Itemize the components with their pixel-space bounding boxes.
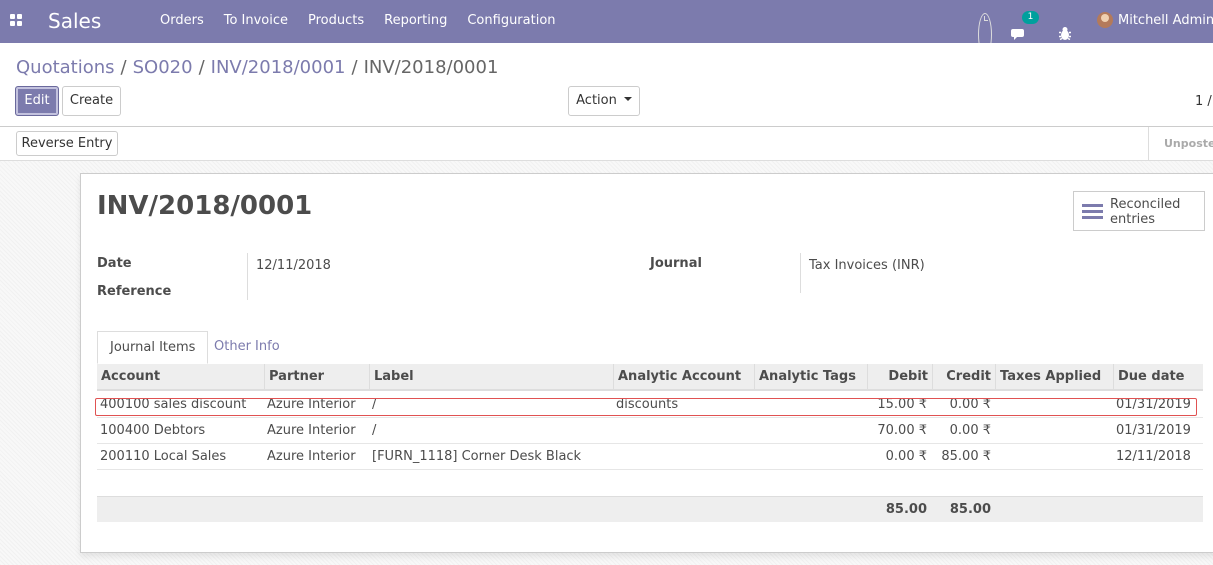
edit-button[interactable]: Edit <box>15 86 59 116</box>
user-avatar[interactable] <box>1097 12 1113 28</box>
menu-products[interactable]: Products <box>308 0 364 43</box>
breadcrumb-separator: / <box>120 57 127 78</box>
user-menu[interactable]: Mitchell Admin ( <box>1118 13 1213 29</box>
create-button[interactable]: Create <box>62 86 121 116</box>
table-row[interactable]: 100400 Debtors Azure Interior / 70.00 ₹ … <box>97 418 1203 444</box>
form-sheet: INV/2018/0001 Reconciled entries Date 12… <box>80 173 1213 553</box>
record-title: INV/2018/0001 <box>97 191 313 221</box>
cell-debit: 0.00 ₹ <box>885 449 927 464</box>
cell-credit: 0.00 ₹ <box>949 423 991 438</box>
col-partner[interactable]: Partner <box>264 364 369 391</box>
col-taxes-applied[interactable]: Taxes Applied <box>995 364 1113 391</box>
col-label[interactable]: Label <box>369 364 613 391</box>
breadcrumb-current: INV/2018/0001 <box>363 57 499 78</box>
journal-label: Journal <box>650 256 702 271</box>
table-row[interactable]: 200110 Local Sales Azure Interior [FURN_… <box>97 444 1203 470</box>
col-analytic-tags[interactable]: Analytic Tags <box>754 364 867 391</box>
reverse-entry-button[interactable]: Reverse Entry <box>16 131 118 156</box>
cell-debit: 70.00 ₹ <box>877 423 927 438</box>
cell-debit: 15.00 ₹ <box>877 397 927 412</box>
cell-account: 200110 Local Sales <box>100 449 227 464</box>
pager[interactable]: 1 / <box>1195 94 1212 110</box>
field-divider <box>247 253 248 300</box>
breadcrumb-quotations[interactable]: Quotations <box>16 57 115 78</box>
action-label: Action <box>576 93 617 108</box>
total-credit: 85.00 <box>949 502 991 517</box>
cell-partner: Azure Interior <box>267 449 356 464</box>
cell-account: 400100 sales discount <box>100 397 247 412</box>
top-menu: Orders To Invoice Products Reporting Con… <box>160 0 576 43</box>
control-panel: Quotations / SO020/INV/2018/0001/INV/2018/… <box>0 43 1213 127</box>
breadcrumb-so020[interactable]: SO020 <box>133 57 193 78</box>
breadcrumb: Quotations / SO020/INV/2018/0001/INV/2018/… <box>16 57 498 79</box>
col-account[interactable]: Account <box>97 364 264 391</box>
tab-journal-items[interactable]: Journal Items <box>97 331 209 364</box>
chat-count-badge: 1 <box>1022 11 1039 24</box>
table-footer-totals: 85.00 85.00 <box>97 496 1203 522</box>
action-dropdown[interactable]: Action <box>568 86 640 116</box>
menu-to-invoice[interactable]: To Invoice <box>224 0 288 43</box>
status-bar: Reverse Entry Unposted <box>0 127 1213 161</box>
tab-other-info[interactable]: Other Info <box>202 331 292 364</box>
date-value[interactable]: 12/11/2018 <box>256 258 331 274</box>
apps-icon[interactable] <box>10 14 23 27</box>
cell-due-date: 12/11/2018 <box>1116 449 1191 464</box>
cell-due-date: 01/31/2019 <box>1116 423 1191 438</box>
total-debit: 85.00 <box>885 502 927 517</box>
app-brand[interactable]: Sales <box>48 8 101 34</box>
menu-reporting[interactable]: Reporting <box>384 0 447 43</box>
status-unposted[interactable]: Unposted <box>1148 127 1213 160</box>
breadcrumb-invoice[interactable]: INV/2018/0001 <box>211 57 346 78</box>
cell-label: [FURN_1118] Corner Desk Black <box>372 449 582 464</box>
breadcrumb-separator: / <box>198 57 205 78</box>
col-credit[interactable]: Credit <box>932 364 995 391</box>
reference-label: Reference <box>97 284 172 299</box>
menu-orders[interactable]: Orders <box>160 0 204 43</box>
cell-credit: 0.00 ₹ <box>949 397 991 412</box>
table-header: Account Partner Label Analytic Account A… <box>97 364 1203 391</box>
table-row[interactable]: 400100 sales discount Azure Interior / d… <box>97 392 1203 418</box>
cell-partner: Azure Interior <box>267 423 356 438</box>
date-label: Date <box>97 256 132 271</box>
reconciled-entries-button[interactable]: Reconciled entries <box>1073 191 1205 231</box>
caret-down-icon <box>623 97 632 101</box>
cell-credit: 85.00 ₹ <box>941 449 991 464</box>
reconciled-entries-label: Reconciled entries <box>1110 197 1181 227</box>
field-divider <box>800 253 801 293</box>
journal-value[interactable]: Tax Invoices (INR) <box>809 258 925 274</box>
col-due-date[interactable]: Due date <box>1113 364 1203 391</box>
cell-analytic-account: discounts <box>616 397 679 412</box>
cell-label: / <box>372 423 377 438</box>
list-icon <box>1082 204 1103 220</box>
top-navbar: Sales Orders To Invoice Products Reporti… <box>0 0 1213 56</box>
cell-account: 100400 Debtors <box>100 423 206 438</box>
menu-configuration[interactable]: Configuration <box>467 0 555 43</box>
cell-partner: Azure Interior <box>267 397 356 412</box>
breadcrumb-separator: / <box>351 57 358 78</box>
col-debit[interactable]: Debit <box>867 364 932 391</box>
cell-due-date: 01/31/2019 <box>1116 397 1191 412</box>
col-analytic-account[interactable]: Analytic Account <box>613 364 754 391</box>
cell-label: / <box>372 397 377 412</box>
